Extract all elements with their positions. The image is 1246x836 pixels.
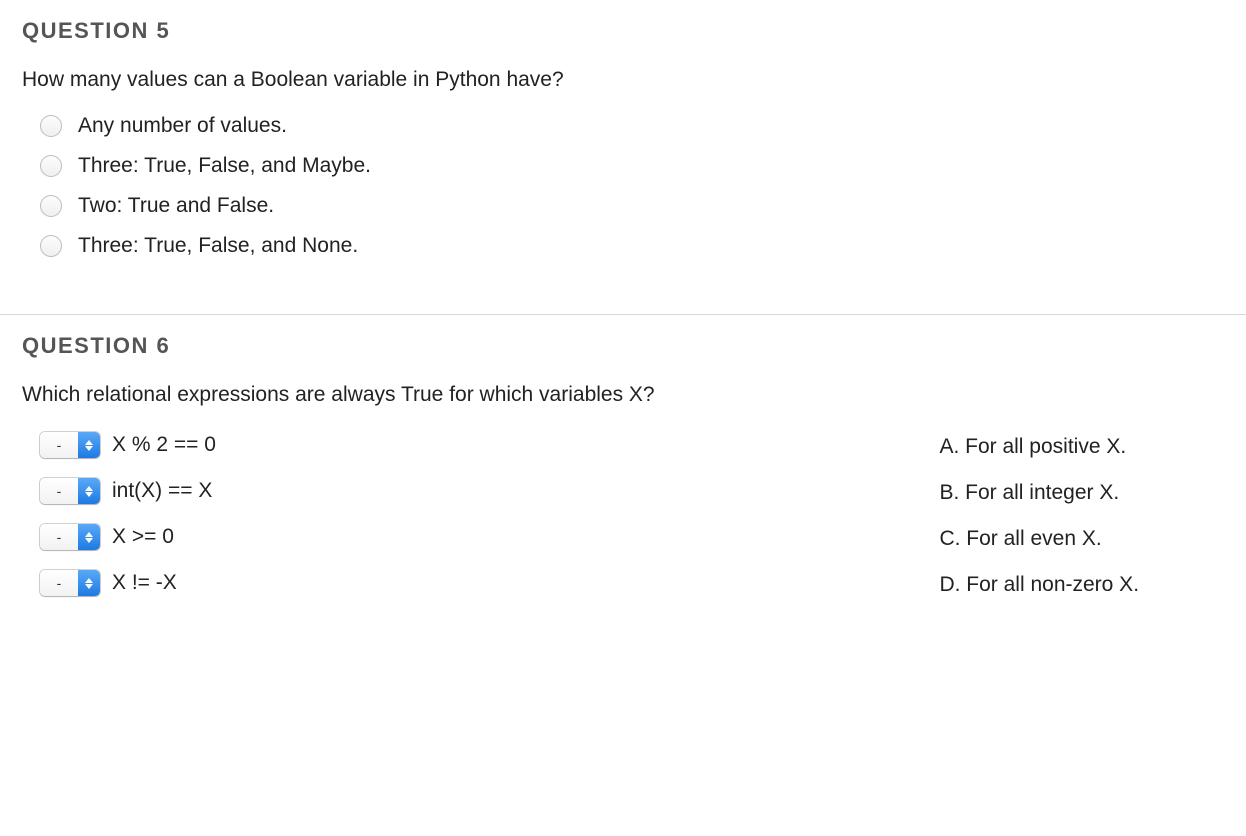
q5-option-3-label: Three: True, False, and None. [78, 234, 358, 258]
chevron-up-icon [85, 486, 93, 491]
match-expr-3: X != -X [112, 571, 177, 595]
question-6-block: QUESTION 6 Which relational expressions … [0, 314, 1246, 655]
chevron-up-icon [85, 532, 93, 537]
chevron-down-icon [85, 584, 93, 589]
match-select-2[interactable]: - [40, 524, 100, 550]
chevron-down-icon [85, 538, 93, 543]
stepper-icon[interactable] [78, 524, 100, 550]
q5-option-3[interactable]: Three: True, False, and None. [40, 234, 1224, 258]
stepper-icon[interactable] [78, 432, 100, 458]
q5-option-1-label: Three: True, False, and Maybe. [78, 154, 371, 178]
match-answer-a: A. For all positive X. [939, 431, 1246, 463]
chevron-down-icon [85, 492, 93, 497]
match-select-3[interactable]: - [40, 570, 100, 596]
matching-area: - X % 2 == 0 - int(X) == X [22, 429, 1224, 615]
q5-option-0[interactable]: Any number of values. [40, 114, 1224, 138]
match-row-0: - X % 2 == 0 [40, 429, 899, 461]
radio-icon[interactable] [40, 235, 62, 257]
stepper-icon[interactable] [78, 478, 100, 504]
match-expr-1: int(X) == X [112, 479, 212, 503]
radio-icon[interactable] [40, 195, 62, 217]
match-answer-b: B. For all integer X. [939, 477, 1246, 509]
match-expr-0: X % 2 == 0 [112, 433, 216, 457]
radio-icon[interactable] [40, 115, 62, 137]
match-select-0[interactable]: - [40, 432, 100, 458]
question-5-block: QUESTION 5 How many values can a Boolean… [0, 0, 1246, 314]
q5-option-1[interactable]: Three: True, False, and Maybe. [40, 154, 1224, 178]
match-expr-2: X >= 0 [112, 525, 174, 549]
match-select-2-value: - [40, 524, 78, 550]
q5-option-2[interactable]: Two: True and False. [40, 194, 1224, 218]
match-select-0-value: - [40, 432, 78, 458]
q5-option-0-label: Any number of values. [78, 114, 287, 138]
question-5-title: QUESTION 5 [22, 18, 1224, 44]
match-left-column: - X % 2 == 0 - int(X) == X [22, 429, 899, 615]
match-row-1: - int(X) == X [40, 475, 899, 507]
match-answer-c: C. For all even X. [939, 523, 1246, 555]
question-5-prompt: How many values can a Boolean variable i… [22, 68, 1224, 92]
stepper-icon[interactable] [78, 570, 100, 596]
q5-option-2-label: Two: True and False. [78, 194, 274, 218]
match-select-1-value: - [40, 478, 78, 504]
chevron-up-icon [85, 578, 93, 583]
match-select-3-value: - [40, 570, 78, 596]
radio-icon[interactable] [40, 155, 62, 177]
match-select-1[interactable]: - [40, 478, 100, 504]
match-right-column: A. For all positive X. B. For all intege… [939, 429, 1246, 615]
match-row-2: - X >= 0 [40, 521, 899, 553]
chevron-down-icon [85, 446, 93, 451]
question-6-prompt: Which relational expressions are always … [22, 383, 1224, 407]
chevron-up-icon [85, 440, 93, 445]
match-row-3: - X != -X [40, 567, 899, 599]
question-6-title: QUESTION 6 [22, 333, 1224, 359]
match-answer-d: D. For all non-zero X. [939, 569, 1246, 601]
